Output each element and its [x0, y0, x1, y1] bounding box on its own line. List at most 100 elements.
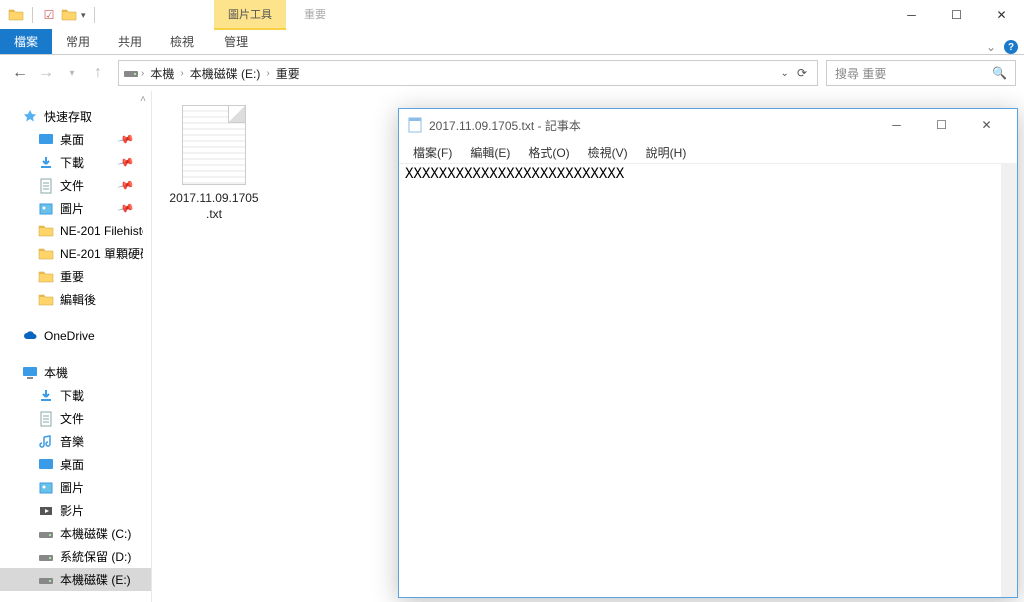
- breadcrumb-dropdown-icon[interactable]: ⌄: [781, 68, 789, 79]
- notepad-window[interactable]: 2017.11.09.1705.txt - 記事本 ─ ☐ ✕ 檔案(F) 編輯…: [398, 108, 1018, 598]
- nav-forward-button[interactable]: →: [34, 61, 58, 85]
- download-icon: [38, 155, 54, 171]
- pic-icon: [38, 201, 54, 217]
- sidebar-item-documents[interactable]: 文件📌: [0, 174, 151, 197]
- close-button[interactable]: ✕: [979, 0, 1024, 30]
- sidebar-item-desktop[interactable]: 桌面📌: [0, 128, 151, 151]
- pin-icon: 📌: [117, 153, 135, 171]
- window-titlebar: ☑ ▾ 圖片工具 重要 ─ ☐ ✕: [0, 0, 1024, 30]
- navigation-sidebar[interactable]: ˄ 快速存取 桌面📌 下載📌 文件📌 圖片📌 NE-201 Filehistor…: [0, 91, 152, 602]
- pin-icon: 📌: [117, 199, 135, 217]
- star-icon: [22, 109, 38, 125]
- sidebar-item-drive-e[interactable]: 本機磁碟 (E:): [0, 568, 151, 591]
- sidebar-item-folder[interactable]: NE-201 單顆硬碟: [0, 242, 151, 265]
- sidebar-item-music[interactable]: 音樂: [0, 430, 151, 453]
- tab-share[interactable]: 共用: [104, 29, 156, 54]
- search-placeholder: 搜尋 重要: [835, 65, 886, 82]
- cloud-icon: [22, 328, 38, 344]
- minimize-button[interactable]: ─: [889, 0, 934, 30]
- sidebar-item-pictures[interactable]: 圖片: [0, 476, 151, 499]
- sidebar-item-folder[interactable]: 重要: [0, 265, 151, 288]
- breadcrumb-item[interactable]: 本機磁碟 (E:): [186, 65, 265, 82]
- notepad-menubar: 檔案(F) 編輯(E) 格式(O) 檢視(V) 說明(H): [399, 141, 1017, 163]
- drive-icon: [38, 549, 54, 565]
- notepad-menu-format[interactable]: 格式(O): [520, 142, 577, 163]
- nav-recent-dropdown[interactable]: ▾: [60, 61, 84, 85]
- sidebar-group-quickaccess[interactable]: 快速存取: [0, 105, 151, 128]
- download-icon: [38, 388, 54, 404]
- chevron-right-icon[interactable]: ›: [141, 68, 144, 79]
- desktop-icon: [38, 132, 54, 148]
- search-input[interactable]: 搜尋 重要 🔍: [826, 60, 1016, 86]
- drive-icon: [38, 572, 54, 588]
- notepad-menu-help[interactable]: 說明(H): [638, 142, 695, 163]
- drive-icon: [38, 526, 54, 542]
- scroll-up-icon[interactable]: ˄: [135, 91, 151, 107]
- sidebar-group-onedrive[interactable]: OneDrive: [0, 325, 151, 347]
- sidebar-item-desktop[interactable]: 桌面: [0, 453, 151, 476]
- music-icon: [38, 434, 54, 450]
- refresh-icon[interactable]: ⟳: [797, 66, 807, 80]
- doc-icon: [38, 411, 54, 427]
- sidebar-item-documents[interactable]: 文件: [0, 407, 151, 430]
- breadcrumb[interactable]: › 本機 › 本機磁碟 (E:) › 重要 ⌄ ⟳: [118, 60, 818, 86]
- notepad-maximize-button[interactable]: ☐: [919, 111, 964, 139]
- pic-icon: [38, 480, 54, 496]
- notepad-close-button[interactable]: ✕: [964, 111, 1009, 139]
- sidebar-item-drive-c[interactable]: 本機磁碟 (C:): [0, 522, 151, 545]
- properties-icon[interactable]: ☑: [41, 7, 57, 23]
- notepad-menu-file[interactable]: 檔案(F): [405, 142, 460, 163]
- doc-icon: [38, 178, 54, 194]
- help-icon[interactable]: ?: [1004, 40, 1018, 54]
- nav-up-button[interactable]: ↑: [86, 61, 110, 85]
- drive-icon: [123, 65, 139, 81]
- monitor-icon: [22, 365, 38, 381]
- notepad-icon: [407, 117, 423, 133]
- folder-icon[interactable]: [61, 7, 77, 23]
- folder-icon: [8, 7, 24, 23]
- folder-icon: [38, 223, 54, 239]
- sidebar-group-thispc[interactable]: 本機: [0, 361, 151, 384]
- contextual-tab-header-2: 重要: [290, 0, 340, 30]
- ribbon-tabs: 檔案 常用 共用 檢視 管理 ⌄ ?: [0, 30, 1024, 55]
- breadcrumb-item[interactable]: 本機: [146, 65, 178, 82]
- maximize-button[interactable]: ☐: [934, 0, 979, 30]
- video-icon: [38, 503, 54, 519]
- notepad-minimize-button[interactable]: ─: [874, 111, 919, 139]
- desktop-icon: [38, 457, 54, 473]
- folder-icon: [38, 246, 54, 262]
- ribbon-expand-icon[interactable]: ⌄: [986, 40, 996, 54]
- navigation-bar: ← → ▾ ↑ › 本機 › 本機磁碟 (E:) › 重要 ⌄ ⟳ 搜尋 重要 …: [0, 55, 1024, 91]
- search-icon: 🔍: [992, 66, 1007, 80]
- file-name-line1: 2017.11.09.1705: [169, 191, 258, 205]
- sidebar-item-videos[interactable]: 影片: [0, 499, 151, 522]
- tab-manage[interactable]: 管理: [210, 29, 262, 54]
- sidebar-item-pictures[interactable]: 圖片📌: [0, 197, 151, 220]
- sidebar-item-folder[interactable]: NE-201 Filehistory: [0, 220, 151, 242]
- pin-icon: 📌: [117, 130, 135, 148]
- tab-file[interactable]: 檔案: [0, 29, 52, 54]
- chevron-right-icon[interactable]: ›: [266, 68, 269, 79]
- sidebar-item-folder[interactable]: 編輯後: [0, 288, 151, 311]
- qat-dropdown-icon[interactable]: ▾: [81, 10, 86, 21]
- sidebar-item-drive-d[interactable]: 系統保留 (D:): [0, 545, 151, 568]
- file-item[interactable]: 2017.11.09.1705 .txt: [166, 105, 262, 222]
- notepad-titlebar[interactable]: 2017.11.09.1705.txt - 記事本 ─ ☐ ✕: [399, 109, 1017, 141]
- folder-icon: [38, 292, 54, 308]
- chevron-right-icon[interactable]: ›: [180, 68, 183, 79]
- sidebar-item-downloads[interactable]: 下載📌: [0, 151, 151, 174]
- breadcrumb-item[interactable]: 重要: [272, 65, 304, 82]
- sidebar-item-downloads[interactable]: 下載: [0, 384, 151, 407]
- notepad-menu-view[interactable]: 檢視(V): [580, 142, 636, 163]
- tab-home[interactable]: 常用: [52, 29, 104, 54]
- contextual-tab-header: 圖片工具: [214, 0, 286, 30]
- notepad-menu-edit[interactable]: 編輯(E): [462, 142, 518, 163]
- notepad-text-area[interactable]: XXXXXXXXXXXXXXXXXXXXXXXXXX: [399, 163, 1017, 597]
- nav-back-button[interactable]: ←: [8, 61, 32, 85]
- file-name-line2: .txt: [206, 207, 222, 221]
- notepad-title-text: 2017.11.09.1705.txt - 記事本: [429, 117, 581, 134]
- text-file-icon: [182, 105, 246, 185]
- tab-view[interactable]: 檢視: [156, 29, 208, 54]
- pin-icon: 📌: [117, 176, 135, 194]
- folder-icon: [38, 269, 54, 285]
